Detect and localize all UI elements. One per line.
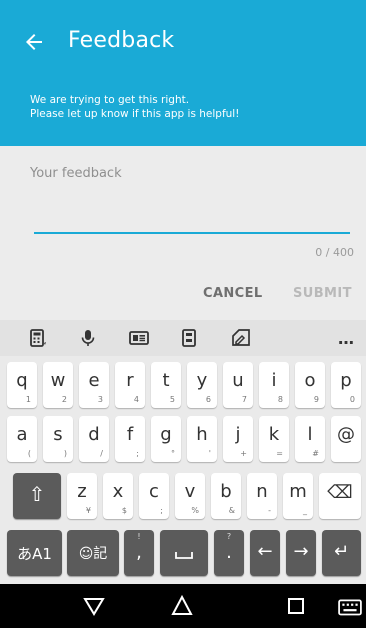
key-n[interactable]: n-	[247, 473, 277, 519]
cancel-button[interactable]: CANCEL	[203, 286, 263, 301]
key-u[interactable]: u7	[223, 362, 253, 408]
keyboard-layout-icon[interactable]	[127, 326, 151, 350]
key-v[interactable]: v%	[175, 473, 205, 519]
key-l[interactable]: l #	[295, 416, 325, 462]
nav-back-icon[interactable]	[82, 594, 106, 618]
feedback-input[interactable]: Your feedback	[30, 166, 122, 181]
enter-key[interactable]: ↵	[322, 530, 361, 576]
edit-icon[interactable]	[229, 326, 253, 350]
key-t[interactable]: t5	[151, 362, 181, 408]
backspace-icon: ⌫	[327, 482, 353, 503]
character-counter: 0 / 400	[315, 246, 354, 259]
space-key[interactable]	[160, 530, 208, 576]
key-k[interactable]: k =	[259, 416, 289, 462]
key-a[interactable]: a(	[7, 416, 37, 462]
language-switch-key[interactable]: あA1	[7, 530, 62, 576]
submit-button[interactable]: SUBMIT	[293, 286, 352, 301]
key-g[interactable]: g °	[151, 416, 181, 462]
comma-key[interactable]: !,	[124, 530, 154, 576]
key-c[interactable]: c;	[139, 473, 169, 519]
key-p[interactable]: p0	[331, 362, 361, 408]
subtitle-line-1: We are trying to get this right.	[30, 94, 190, 106]
key-w[interactable]: w2	[43, 362, 73, 408]
key-d[interactable]: d /	[79, 416, 109, 462]
system-navigation-bar	[0, 584, 366, 628]
key-y[interactable]: y6	[187, 362, 217, 408]
more-icon[interactable]: …	[334, 326, 358, 350]
subtitle-line-2: Please let up know if this app is helpfu…	[30, 108, 240, 120]
key-b[interactable]: b &	[211, 473, 241, 519]
clipboard-icon[interactable]	[177, 326, 201, 350]
key-x[interactable]: x $	[103, 473, 133, 519]
backspace-key[interactable]: ⌫	[319, 473, 361, 519]
emoji-key[interactable]: ☺記	[67, 530, 119, 576]
key-i[interactable]: i8	[259, 362, 289, 408]
app-header: Feedback We are trying to get this right…	[0, 0, 366, 146]
nav-home-icon[interactable]	[170, 594, 194, 618]
microphone-icon[interactable]	[76, 326, 100, 350]
arrow-right-icon: →	[293, 541, 309, 562]
key-o[interactable]: o9	[295, 362, 325, 408]
key-f[interactable]: f;	[115, 416, 145, 462]
key-at[interactable]: @	[331, 416, 361, 462]
key-m[interactable]: m _	[283, 473, 313, 519]
period-key[interactable]: ?.	[214, 530, 244, 576]
feedback-input-underline	[34, 232, 350, 234]
key-q[interactable]: q1	[7, 362, 37, 408]
software-keyboard: q1 w2 e3 r4 t5 y6 u7 i8 o9 p0 a( s) d / f…	[0, 356, 366, 580]
feedback-form: Your feedback 0 / 400 CANCEL SUBMIT	[0, 146, 366, 320]
cursor-right-key[interactable]: →	[286, 530, 316, 576]
cursor-left-key[interactable]: ←	[250, 530, 280, 576]
key-h[interactable]: h '	[187, 416, 217, 462]
key-r[interactable]: r4	[115, 362, 145, 408]
page-subtitle: We are trying to get this right. Please …	[30, 93, 239, 121]
calculator-icon[interactable]	[26, 326, 50, 350]
key-s[interactable]: s)	[43, 416, 73, 462]
enter-icon: ↵	[333, 541, 350, 562]
page-title: Feedback	[68, 28, 175, 53]
back-arrow-icon[interactable]	[22, 30, 46, 54]
key-j[interactable]: j +	[223, 416, 253, 462]
keyboard-switch-icon[interactable]	[338, 596, 362, 620]
shift-key[interactable]: ⇧	[13, 473, 61, 519]
keyboard-toolbar: …	[0, 320, 366, 356]
key-z[interactable]: z ¥	[67, 473, 97, 519]
nav-recents-icon[interactable]	[284, 594, 308, 618]
arrow-left-icon: ←	[257, 541, 273, 562]
key-e[interactable]: e3	[79, 362, 109, 408]
space-icon	[175, 552, 193, 559]
shift-icon: ⇧	[28, 482, 46, 506]
